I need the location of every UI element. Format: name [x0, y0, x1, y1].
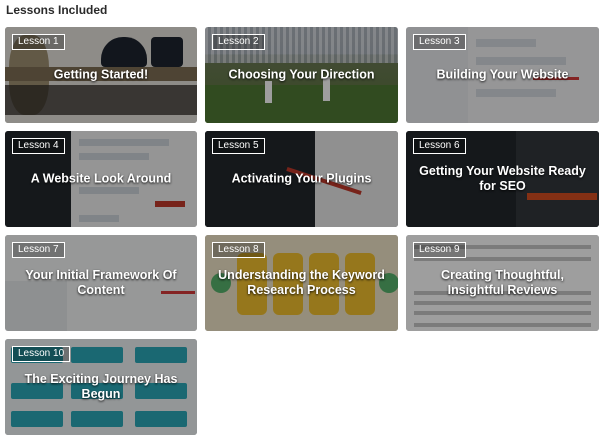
lesson-badge: Lesson 7 — [12, 242, 65, 258]
lesson-title: A Website Look Around — [30, 171, 172, 186]
lesson-badge: Lesson 6 — [413, 138, 466, 154]
lesson-title: Getting Your Website Ready for SEO — [419, 164, 586, 193]
lesson-badge: Lesson 2 — [212, 34, 265, 50]
lesson-title: Building Your Website — [436, 67, 569, 82]
lesson-badge: Lesson 4 — [12, 138, 65, 154]
lesson-card-10[interactable]: Lesson 10 The Exciting Journey Has Begun — [5, 339, 197, 435]
lesson-title: The Exciting Journey Has Begun — [24, 372, 178, 401]
lesson-card-6[interactable]: Lesson 6 Getting Your Website Ready for … — [406, 131, 599, 227]
lesson-card-2[interactable]: Lesson 2 Choosing Your Direction — [205, 27, 398, 123]
lesson-badge: Lesson 10 — [12, 346, 71, 362]
lesson-title: Choosing Your Direction — [228, 67, 375, 82]
lesson-badge: Lesson 5 — [212, 138, 265, 154]
lesson-badge: Lesson 8 — [212, 242, 265, 258]
lesson-badge: Lesson 9 — [413, 242, 466, 258]
lesson-badge: Lesson 1 — [12, 34, 65, 50]
lesson-title: Creating Thoughtful, Insightful Reviews — [441, 268, 564, 297]
lesson-card-9[interactable]: Lesson 9 Creating Thoughtful, Insightful… — [406, 235, 599, 331]
lesson-title: Getting Started! — [53, 67, 149, 82]
lesson-card-8[interactable]: Lesson 8 Understanding the Keyword Resea… — [205, 235, 398, 331]
lesson-card-7[interactable]: Lesson 7 Your Initial Framework Of Conte… — [5, 235, 197, 331]
lesson-title: Understanding the Keyword Research Proce… — [218, 268, 385, 297]
lesson-title: Activating Your Plugins — [231, 171, 372, 186]
lesson-badge: Lesson 3 — [413, 34, 466, 50]
lesson-card-5[interactable]: Lesson 5 Activating Your Plugins — [205, 131, 398, 227]
lesson-card-4[interactable]: Lesson 4 A Website Look Around — [5, 131, 197, 227]
section-title: Lessons Included — [6, 3, 108, 17]
lessons-grid: Lesson 1 Getting Started! Lesson 2 Choos… — [5, 27, 599, 435]
lesson-card-3[interactable]: Lesson 3 Building Your Website — [406, 27, 599, 123]
lesson-card-1[interactable]: Lesson 1 Getting Started! — [5, 27, 197, 123]
lesson-title: Your Initial Framework Of Content — [25, 268, 177, 297]
